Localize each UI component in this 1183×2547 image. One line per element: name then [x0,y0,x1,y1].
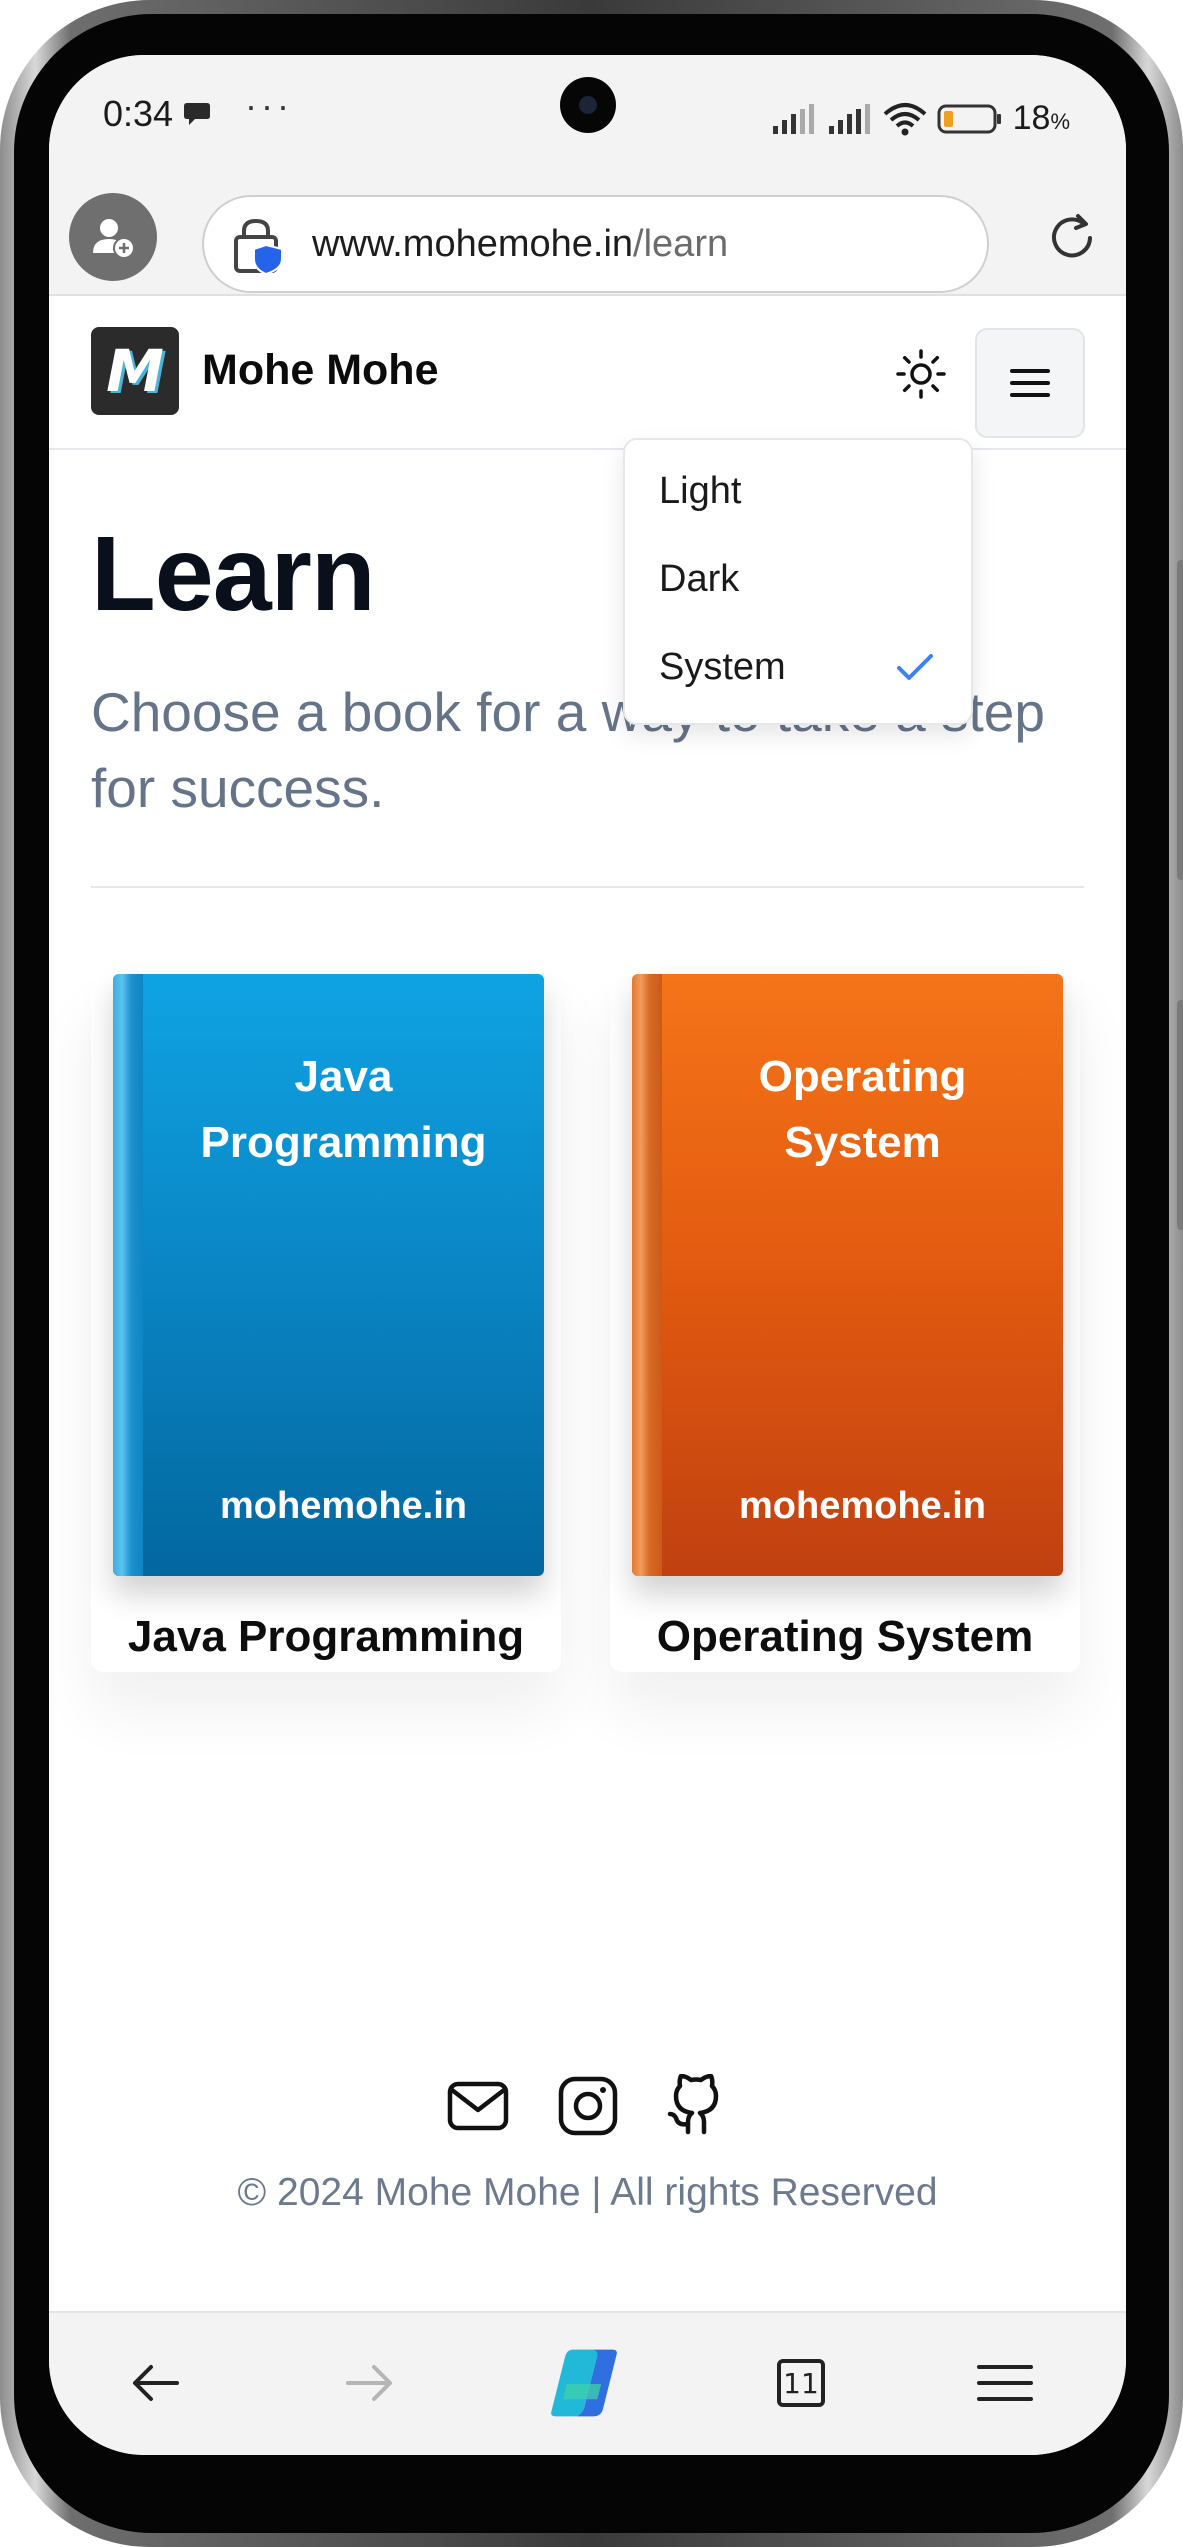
instagram-icon[interactable] [555,2073,621,2139]
reload-button[interactable] [1034,200,1110,276]
cover-title-line: System [784,1118,941,1167]
status-icons: 18% [771,99,1070,138]
page-title: Learn [91,515,376,633]
cover-title-line: Java [294,1052,393,1101]
add-profile-icon [93,219,135,259]
browser-toolbar: www.mohemohe.in/learn [49,175,1126,296]
phone-frame: 0:34 ··· 18% www.mohemohe.in/learn M Moh… [0,0,1183,2547]
browser-menu-button[interactable] [965,2343,1045,2423]
hamburger-icon [1010,369,1050,397]
theme-option-system[interactable]: System [659,646,786,689]
site-header: M Mohe Mohe [49,298,1126,450]
url-text: www.mohemohe.in/learn [312,223,728,266]
copilot-button[interactable] [544,2343,624,2423]
theme-toggle-button[interactable] [889,342,953,406]
status-bar: 0:34 ··· 18% [49,55,1126,175]
tabs-button[interactable]: 11 [761,2343,841,2423]
book-cover[interactable]: Operating System mohemohe.in [632,974,1063,1576]
battery-percent: 18% [1012,99,1070,137]
browser-bottom-nav: 11 [49,2311,1126,2455]
screen: 0:34 ··· 18% www.mohemohe.in/learn M Moh… [49,55,1126,2455]
cover-site: mohemohe.in [219,1485,468,1527]
signal-icon-2 [828,103,870,134]
github-icon[interactable] [663,2073,729,2139]
cover-title-line: Programming [200,1118,487,1167]
theme-option-light[interactable]: Light [659,470,741,513]
cover-title-line: Operating [758,1052,967,1101]
book-spine [113,974,143,1576]
theme-option-dark[interactable]: Dark [659,558,739,601]
volume-button [1177,560,1183,880]
social-links [445,2073,735,2143]
chat-notification-icon [183,101,211,132]
address-bar[interactable]: www.mohemohe.in/learn [202,195,989,293]
site-brand[interactable]: Mohe Mohe [202,346,438,395]
mail-icon[interactable] [445,2073,511,2139]
back-button[interactable] [115,2343,195,2423]
copyright-text: © 2024 Mohe Mohe | All rights Reserved [237,2171,938,2214]
tab-count: 11 [777,2359,825,2407]
book-card-java[interactable]: Java Programming mohemohe.in Java Progra… [91,972,561,1672]
copilot-icon [551,2349,617,2417]
book-spine [632,974,662,1576]
cover-title: Java Programming [143,1044,544,1176]
hamburger-icon [977,2365,1033,2401]
site-logo[interactable]: M [91,327,179,415]
book-caption[interactable]: Java Programming [91,1612,561,1662]
status-time: 0:34 [103,93,174,134]
site-menu-button[interactable] [975,328,1085,438]
power-button [1177,1000,1183,1230]
cover-title: Operating System [662,1044,1063,1176]
check-icon [897,654,933,680]
url-host: www.mohemohe.in [312,223,634,265]
signal-icon [772,103,814,134]
profile-button[interactable] [69,193,157,281]
book-card-os[interactable]: Operating System mohemohe.in Operating S… [610,972,1080,1672]
cover-site: mohemohe.in [738,1485,987,1527]
wifi-icon [883,102,926,135]
battery-icon [937,104,1001,133]
more-notifications-indicator: ··· [245,85,293,126]
book-caption[interactable]: Operating System [610,1612,1080,1662]
book-cover[interactable]: Java Programming mohemohe.in [113,974,544,1576]
theme-menu: Light Dark System [623,438,973,725]
divider [91,886,1084,888]
lock-shield-icon[interactable] [232,217,286,280]
reload-icon [1052,214,1092,258]
front-camera [560,77,616,133]
url-path: /learn [633,223,729,265]
arrow-right-icon [346,2365,392,2401]
logo-letter: M [106,337,164,405]
sun-icon [896,349,946,399]
forward-button[interactable] [330,2343,410,2423]
arrow-left-icon [133,2365,179,2401]
